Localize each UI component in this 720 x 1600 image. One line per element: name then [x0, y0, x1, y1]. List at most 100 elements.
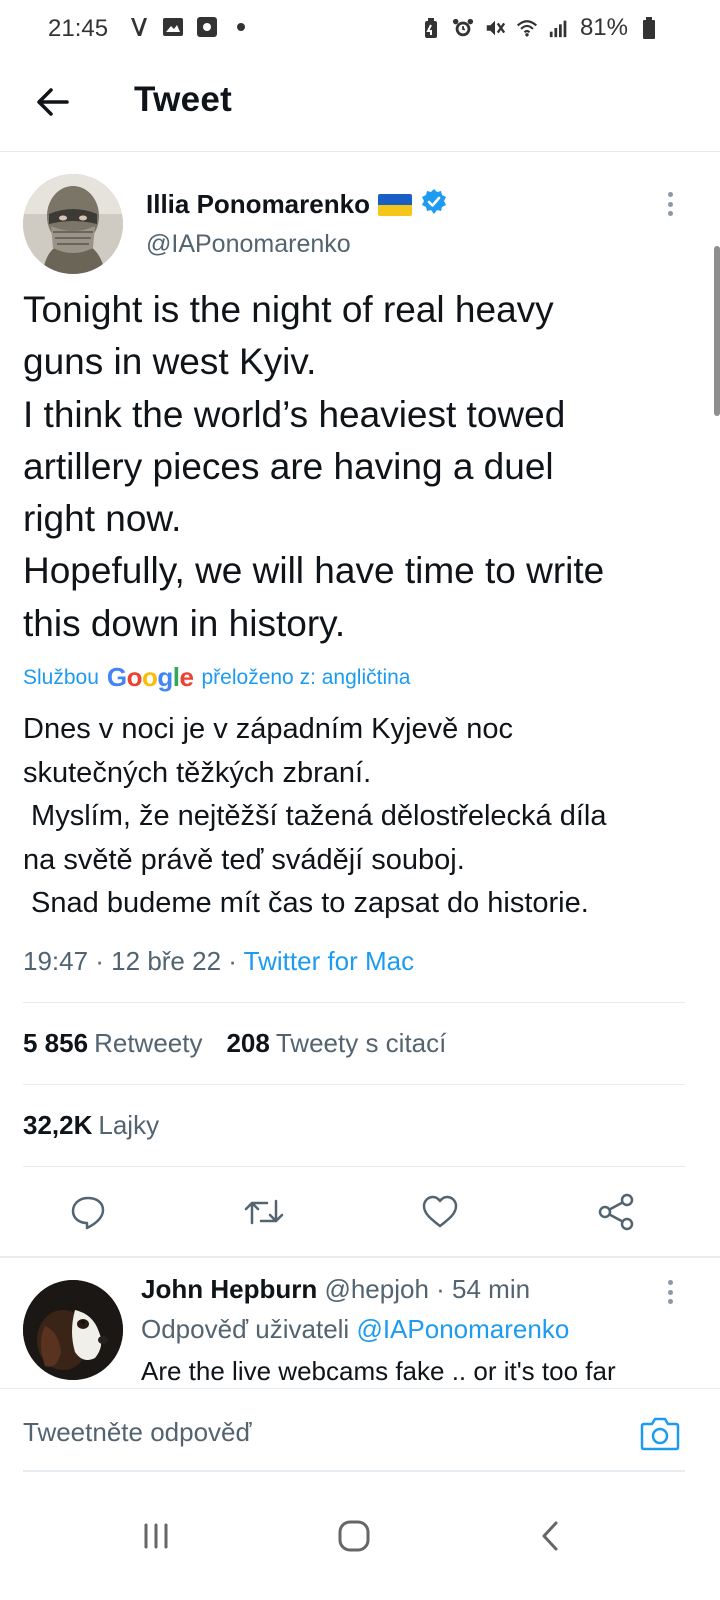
back-nav-button[interactable] [520, 1506, 580, 1566]
tweet-text-line: artillery pieces are having a duel [23, 445, 554, 487]
camera-button[interactable] [638, 1413, 682, 1453]
dot-icon [230, 16, 252, 38]
quotes-stat[interactable]: 208 Tweety s citací [226, 1028, 446, 1059]
recents-button[interactable] [126, 1506, 186, 1566]
wifi-icon [516, 17, 538, 39]
retweets-label: Retweety [94, 1028, 203, 1058]
reply-button[interactable] [66, 1190, 110, 1234]
likes-label: Lajky [98, 1110, 160, 1140]
status-time: 21:45 [48, 15, 109, 42]
arrow-left-icon [37, 88, 69, 116]
reply-avatar[interactable] [23, 1280, 123, 1380]
signal-icon [548, 17, 570, 39]
translation-suffix: přeloženo z: angličtina [201, 665, 411, 689]
battery-percent: 81% [579, 14, 628, 41]
battery-saver-icon [420, 17, 442, 39]
reply-composer: Tweetněte odpověď [0, 1388, 720, 1472]
translated-line: Snad budeme mít čas to zapsat do histori… [23, 887, 589, 919]
translated-line: Myslím, že nejtěžší tažená dělostřelecká… [23, 800, 607, 832]
more-dot-icon [667, 1289, 673, 1295]
translated-text: Dnes v noci je v západním Kyjevě noc sku… [23, 708, 703, 926]
retweets-stat[interactable]: 5 856 Retweety [23, 1028, 202, 1059]
retweets-count: 5 856 [23, 1028, 89, 1058]
back-button[interactable] [30, 80, 74, 124]
likes-count: 32,2K [23, 1110, 93, 1140]
reply-input[interactable]: Tweetněte odpověď [23, 1417, 251, 1448]
google-logo: Google [106, 662, 194, 692]
composer-underline [23, 1470, 685, 1472]
page-title: Tweet [134, 80, 233, 119]
reply-to-line: Odpověď uživateli @IAPonomarenko [141, 1314, 569, 1345]
quotes-count: 208 [226, 1028, 270, 1058]
reply-to-mention[interactable]: @IAPonomarenko [356, 1314, 569, 1344]
app-header: Tweet [0, 60, 720, 152]
more-options-button[interactable] [658, 188, 682, 220]
gallery-icon [162, 16, 184, 38]
reply-to-label: Odpověď uživateli [141, 1314, 357, 1344]
author-name-row: Illia Ponomarenko [146, 188, 448, 221]
heart-icon [422, 1195, 458, 1228]
home-button[interactable] [324, 1506, 384, 1566]
home-icon [338, 1520, 370, 1552]
verified-badge-icon [420, 188, 448, 221]
scrollbar[interactable] [714, 246, 720, 416]
tweet-text: Tonight is the night of real heavy guns … [23, 284, 693, 650]
reply-icon [71, 1196, 105, 1230]
record-icon [196, 16, 218, 38]
reply-text: Are the live webcams fake .. or it's too… [141, 1356, 616, 1386]
reply-author-name[interactable]: John Hepburn [141, 1274, 317, 1304]
retweet-stats: 5 856 Retweety 208 Tweety s citací [23, 1028, 446, 1059]
section-separator [0, 1256, 720, 1258]
tweet-text-line: Tonight is the night of real heavy [23, 289, 554, 330]
more-dot-icon [667, 1299, 673, 1304]
more-dot-icon [667, 192, 673, 197]
recents-icon [144, 1523, 168, 1549]
tweet-actions [0, 1186, 720, 1238]
more-dot-icon [667, 1280, 673, 1285]
reply-time: · 54 min [428, 1274, 531, 1304]
author-name[interactable]: Illia Ponomarenko [146, 189, 370, 220]
tweet-text-line: right now. [23, 498, 182, 540]
more-dot-icon [667, 201, 673, 207]
v-icon [128, 16, 150, 38]
translation-attribution[interactable]: Službou Google přeloženo z: angličtina [23, 662, 410, 693]
status-right-icons: 81% [420, 14, 660, 42]
like-stats: 32,2K Lajky [23, 1110, 159, 1141]
retweet-button[interactable] [242, 1190, 286, 1234]
reply-header: John Hepburn @hepjoh · 54 min [141, 1274, 530, 1305]
camera-icon [640, 1417, 680, 1451]
translation-prefix: Službou [23, 665, 99, 689]
status-left-icons [128, 16, 252, 38]
reply-more-button[interactable] [658, 1276, 682, 1308]
tweet-meta: 19:47 · 12 bře 22 · Twitter for Mac [23, 946, 414, 977]
author-handle[interactable]: @IAPonomarenko [146, 230, 351, 259]
translated-line: Dnes v noci je v západním Kyjevě noc [23, 713, 514, 745]
translated-line: na světě právě teď svádějí souboj. [23, 843, 465, 876]
tweet-text-line: guns in west Kyiv. [23, 341, 317, 383]
chevron-left-icon [542, 1521, 558, 1551]
share-icon [598, 1193, 634, 1231]
like-button[interactable] [418, 1190, 462, 1234]
alarm-icon [452, 17, 474, 39]
battery-icon [638, 17, 660, 39]
divider [23, 1002, 685, 1003]
tweet-text-line: Hopefully, we will have time to write [23, 550, 605, 592]
status-bar: 21:45 81% [0, 0, 720, 60]
mute-icon [484, 17, 506, 39]
more-dot-icon [667, 211, 673, 216]
tweet-text-line: this down in history. [23, 602, 346, 644]
likes-stat[interactable]: 32,2K Lajky [23, 1110, 159, 1141]
share-button[interactable] [594, 1190, 638, 1234]
tweet-text-line: I think the world’s heaviest towed [23, 393, 566, 435]
tweet-source[interactable]: Twitter for Mac [244, 946, 414, 976]
author-avatar[interactable] [23, 174, 123, 274]
tweet-timestamp[interactable]: 19:47 · 12 bře 22 · [23, 946, 244, 976]
reply-author-handle[interactable]: @hepjoh [324, 1274, 428, 1304]
divider [23, 1084, 685, 1085]
system-nav-bar [0, 1480, 720, 1600]
translated-line: skutečných těžkých zbraní. [23, 756, 372, 789]
ukraine-flag-icon [377, 193, 412, 216]
retweet-icon [244, 1199, 284, 1225]
quotes-label: Tweety s citací [275, 1028, 447, 1058]
divider [23, 1166, 685, 1167]
